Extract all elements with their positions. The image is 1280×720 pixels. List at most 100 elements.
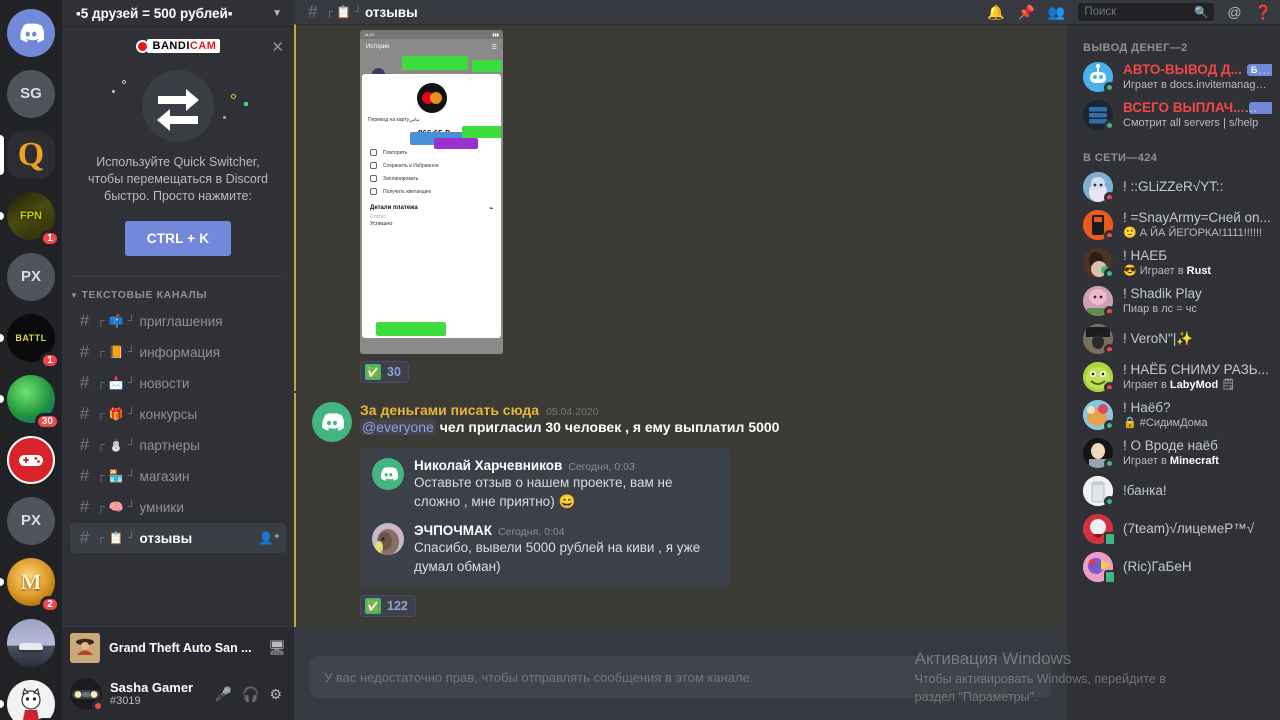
close-icon[interactable]: ✕ <box>271 38 284 56</box>
server-item-green[interactable]: 30 <box>0 368 62 430</box>
member-row[interactable]: ! ::GLiZZeR√YT:: <box>1067 168 1280 206</box>
server-avatar[interactable]: PX <box>7 496 55 545</box>
server-item-car[interactable] <box>0 612 62 673</box>
avatar[interactable] <box>372 523 404 555</box>
mentions-icon[interactable]: @ <box>1227 4 1241 20</box>
phone-action-row[interactable]: Получить квитанцию <box>362 185 501 198</box>
quick-switcher-popup: BANDICAM ✕ Используйте Quick Switcher, ч… <box>62 26 294 270</box>
server-avatar[interactable]: Q <box>7 130 55 179</box>
bot-tag: БОТ <box>1246 64 1272 77</box>
member-info: !банка! <box>1123 483 1272 499</box>
reaction-badge[interactable]: ✅ 30 <box>360 361 409 383</box>
sidebar-item-magazin[interactable]: # ┌ 🏪 ┘ магазин <box>70 461 286 491</box>
members-icon[interactable]: 👥 <box>1048 4 1065 21</box>
member-row[interactable]: АВТО-ВЫВОД Д... БОТ Играет в docs.invitem… <box>1067 58 1280 96</box>
sidebar-item-priglasheniya[interactable]: # ┌ 📫 ┘ приглашения <box>70 306 286 336</box>
member-row[interactable]: ! VeroN"|✨ <box>1067 320 1280 358</box>
unread-badge: 1 <box>40 230 60 247</box>
quoted-author: ЭЧПОЧМАК <box>414 523 493 538</box>
phone-action-row[interactable]: Запланировать <box>362 172 501 185</box>
status-badge <box>1104 230 1117 241</box>
guild-header[interactable]: ▪5 друзей = 500 рублей▪ ▼ <box>62 0 294 26</box>
status-badge <box>1104 458 1115 469</box>
bandicam-watermark: BANDICAM ✕ <box>76 36 284 56</box>
member-activity: Играет в LabyMod 🗒 <box>1123 379 1236 391</box>
headphones-icon[interactable]: 🎧 <box>242 686 259 703</box>
sidebar-item-umniki[interactable]: # ┌ 🧠 ┘ умники <box>70 492 286 522</box>
reaction-badge[interactable]: ✅ 122 <box>360 595 416 617</box>
bracket-right: ┘ <box>127 470 136 482</box>
member-list[interactable]: ВЫВОД ДЕНЕГ—2 АВТО-ВЫВОД Д... БОТ Играет … <box>1067 24 1280 720</box>
avatar <box>1083 514 1116 546</box>
sidebar-item-otzyvy[interactable]: # ┌ 📋 ┘ отзывы 👤⁺ <box>70 523 286 553</box>
avatar[interactable] <box>312 402 352 442</box>
game-activity-panel[interactable]: Grand Theft Auto San ... 🖥 <box>62 626 294 668</box>
topbar-actions: 🔔 📌 👥 Поиск 🔍 @ ❓ <box>987 3 1272 21</box>
server-item-cat[interactable]: 20 <box>0 673 62 720</box>
gear-icon[interactable]: ⚙ <box>269 686 282 703</box>
server-rail[interactable]: SG Q FPN 1 PX BATTL 1 30 PX M 2 <box>0 0 62 720</box>
status-value: Успешно <box>370 221 393 227</box>
microphone-icon[interactable]: 🎤 <box>215 686 232 703</box>
server-item[interactable] <box>0 2 62 63</box>
screen-share-icon[interactable]: 🖥 <box>268 639 286 656</box>
message-timestamp: 05.04.2020 <box>546 406 599 418</box>
spark-dot <box>122 80 126 84</box>
ctrl-k-button[interactable]: CTRL + K <box>124 221 232 256</box>
bracket-left: ┌ <box>97 439 105 451</box>
member-row[interactable]: ! НАЁБ СНИМУ РАЗЬ... Играет в LabyMod 🗒 <box>1067 358 1280 396</box>
search-input[interactable]: Поиск 🔍 <box>1078 3 1215 21</box>
discord-home-icon[interactable] <box>7 8 55 57</box>
member-row[interactable]: ! НАЕБ 😎 Играет в Rust <box>1067 244 1280 282</box>
sidebar-item-novosti[interactable]: # ┌ 📩 ┘ новости <box>70 368 286 398</box>
server-item-px-2[interactable]: PX <box>0 490 62 551</box>
guild-name: ▪5 друзей = 500 рублей▪ <box>76 5 233 21</box>
server-item-m[interactable]: M 2 <box>0 551 62 613</box>
server-item-px-1[interactable]: PX <box>0 246 62 307</box>
sidebar-item-partnery[interactable]: # ┌ ⛄ ┘ партнеры <box>70 430 286 460</box>
server-avatar[interactable] <box>7 435 55 484</box>
help-icon[interactable]: ❓ <box>1255 4 1272 21</box>
message-author[interactable]: За деньгами писать сюда <box>360 402 539 418</box>
share-icon[interactable]: ⌁ <box>489 205 493 212</box>
bell-icon[interactable]: 🔔 <box>987 4 1004 21</box>
avatar[interactable] <box>372 458 404 490</box>
pin-icon[interactable]: 📌 <box>1017 4 1034 21</box>
q-logo: Q <box>17 135 45 173</box>
member-row[interactable]: (7team)√лицемеР™√ <box>1067 510 1280 548</box>
channel-name: партнеры <box>139 437 200 453</box>
user-panel: Sasha Gamer #3019 🎤 🎧 ⚙ <box>62 668 294 720</box>
member-row[interactable]: (Ric)ГаБеН <box>1067 548 1280 586</box>
server-avatar[interactable] <box>7 618 55 667</box>
sidebar-item-informaciya[interactable]: # ┌ 📙 ┘ информация <box>70 337 286 367</box>
phone-action-row[interactable]: Сохранить в Избранное <box>362 159 501 172</box>
member-row[interactable]: ! О Вроде наёб Играет в Minecraft <box>1067 434 1280 472</box>
message-composer: У вас недостаточно прав, чтобы отправлят… <box>294 656 1067 720</box>
server-item-q[interactable]: Q <box>0 124 62 185</box>
everyone-mention[interactable]: @everyone <box>360 419 436 435</box>
avatar[interactable] <box>70 678 104 712</box>
phone-action-row[interactable]: Повторить <box>362 146 501 159</box>
create-invite-icon[interactable]: 👤⁺ <box>259 531 280 545</box>
attachment-image[interactable]: 14:23 ▮▮▮ История ☰ Перевод на картуماس - … <box>360 30 503 354</box>
member-row[interactable]: !банка! <box>1067 472 1280 510</box>
member-row[interactable]: ! =SnayArmy=Сней on... 🙂 А ЙА ЙЕГОРКА!11… <box>1067 206 1280 244</box>
phone-payment-card: Перевод на картуماس - 866,65 ₽ Повторить… <box>362 74 501 338</box>
member-display-name: ! НАЕБ <box>1123 248 1168 263</box>
sidebar-item-konkursy[interactable]: # ┌ 🎁 ┘ конкурсы <box>70 399 286 429</box>
server-item-fpn[interactable]: FPN 1 <box>0 185 62 247</box>
channel-category-text[interactable]: ▼ Текстовые каналы <box>62 285 294 305</box>
chevron-down-icon[interactable]: ▼ <box>272 8 282 19</box>
server-avatar[interactable]: SG <box>7 69 55 118</box>
server-avatar[interactable]: PX <box>7 252 55 301</box>
server-item-sg[interactable]: SG <box>0 63 62 124</box>
status-badge <box>1104 344 1117 355</box>
server-avatar[interactable] <box>7 679 55 720</box>
server-item-gamepad[interactable] <box>0 429 62 490</box>
message-list[interactable]: 14:23 ▮▮▮ История ☰ Перевод на картуماس - … <box>294 24 1067 720</box>
member-row[interactable]: ! Shadik Play Пиар в лс = чс <box>1067 282 1280 320</box>
member-info: АВТО-ВЫВОД Д... БОТ Играет в docs.invitem… <box>1123 62 1272 92</box>
member-row[interactable]: ВСЕГО ВЫПЛАЧ... БОТ Смотрит all servers |… <box>1067 96 1280 134</box>
server-item-battle[interactable]: BATTL 1 <box>0 307 62 369</box>
member-row[interactable]: ! Наёб? 🔒 #СидимДома <box>1067 396 1280 434</box>
